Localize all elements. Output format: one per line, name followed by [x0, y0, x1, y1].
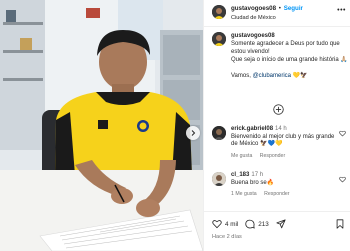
comment-actions: Me gusta Responder [231, 153, 341, 161]
comment-item: erick.gabriel08 14 h Bienvenido al mejor … [212, 126, 348, 160]
commenter-username[interactable]: erick.gabriel08 [231, 126, 273, 132]
comment-likes[interactable]: Me gusta [231, 153, 252, 159]
author-line: gustavogoes08 • Seguir [231, 5, 303, 13]
author-avatar[interactable] [212, 5, 226, 19]
comment-text: Buena bro se🔥 [231, 179, 275, 186]
separator-dot: • [278, 5, 281, 12]
save-bookmark-icon[interactable] [335, 219, 345, 229]
caption-mention-link[interactable]: @clubamerica [253, 73, 291, 79]
avatar-image-icon [212, 5, 226, 19]
comment-item: cl_183 17 h Buena bro se🔥 1 Me gusta Resp… [212, 172, 348, 199]
comment-body: cl_183 17 h Buena bro se🔥 1 Me gusta Resp… [231, 172, 341, 199]
post-side-panel: gustavogoes08 • Seguir Ciudad de México … [203, 0, 350, 251]
more-options-icon[interactable]: ••• [337, 7, 346, 14]
share-icon[interactable] [276, 219, 286, 229]
post-actions-bar: 4 mil 213 [212, 217, 348, 231]
commenter-avatar[interactable] [212, 126, 226, 140]
comment-likes[interactable]: 1 Me gusta [231, 191, 257, 197]
avatar-image-icon [212, 172, 226, 186]
post-timestamp[interactable]: Hace 2 días [212, 234, 242, 240]
author-username[interactable]: gustavogoes08 [231, 5, 276, 12]
comments-count[interactable]: 213 [258, 221, 269, 228]
chevron-right-icon [191, 130, 196, 136]
like-heart-icon[interactable] [212, 219, 222, 229]
comment-body: erick.gabriel08 14 h Bienvenido al mejor … [231, 126, 341, 160]
actions-divider [204, 211, 350, 212]
post-location[interactable]: Ciudad de México [231, 14, 303, 22]
comment-reply-button[interactable]: Responder [264, 191, 289, 197]
caption-line-2: Que seja o início de uma grande história… [231, 57, 348, 63]
caption-line-3: Vamos, @clubamerica 💛🦅 [231, 72, 348, 80]
comment-text: Bienvenido al mejor club y más grande de… [231, 133, 335, 148]
caption-line-1: Somente agradecer a Deus por tudo que es… [231, 41, 340, 55]
comment-heart-icon[interactable] [339, 130, 346, 137]
post-header-meta: gustavogoes08 • Seguir Ciudad de México [231, 5, 303, 22]
caption-username[interactable]: gustavogoes08 [231, 33, 275, 39]
comment-time: 14 h [275, 126, 287, 132]
commenter-avatar[interactable] [212, 172, 226, 186]
likes-count[interactable]: 4 mil [225, 221, 238, 228]
post-photo-illustration [0, 0, 203, 251]
caption-author-avatar[interactable] [212, 32, 226, 46]
avatar-image-icon [212, 32, 226, 46]
next-photo-button[interactable] [186, 126, 200, 140]
post-caption: gustavogoes08 Somente agradecer a Deus p… [212, 32, 348, 80]
comment-time: 17 h [251, 172, 264, 178]
avatar-image-icon [212, 126, 226, 140]
caption-line-3-prefix: Vamos, [231, 73, 253, 79]
header-divider [204, 26, 350, 27]
post-photo [0, 0, 203, 251]
load-more-comments-icon[interactable] [273, 104, 284, 115]
follow-button[interactable]: Seguir [284, 5, 303, 12]
comment-icon[interactable] [245, 219, 255, 229]
comment-reply-button[interactable]: Responder [260, 153, 285, 159]
comment-actions: 1 Me gusta Responder [231, 191, 341, 199]
caption-text: gustavogoes08 Somente agradecer a Deus p… [231, 32, 348, 80]
comment-heart-icon[interactable] [339, 176, 346, 183]
caption-line-3-suffix: 💛🦅 [291, 73, 308, 79]
post-header: gustavogoes08 • Seguir Ciudad de México [212, 5, 348, 22]
commenter-username[interactable]: cl_183 [231, 172, 249, 178]
